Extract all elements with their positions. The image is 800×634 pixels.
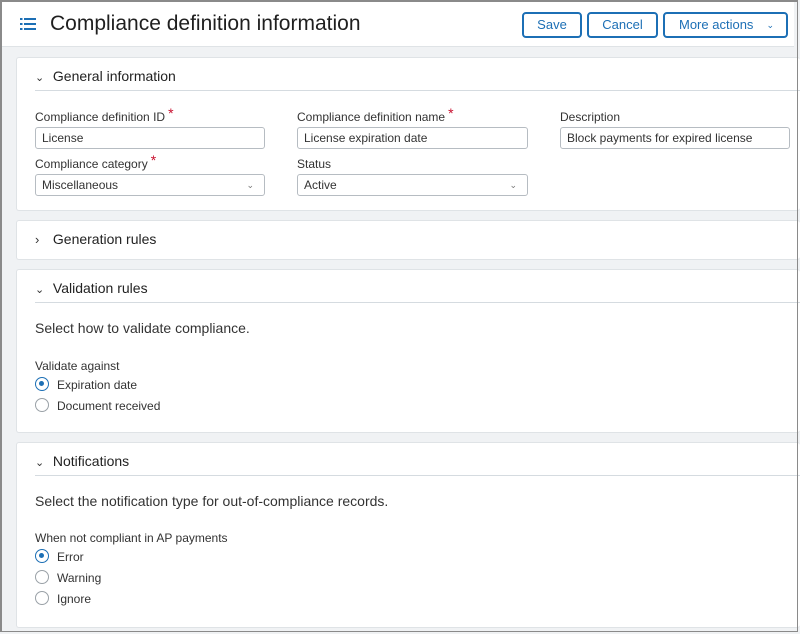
- required-marker: *: [150, 152, 157, 168]
- description-label: Description: [560, 110, 621, 124]
- validation-intro: Select how to validate compliance.: [35, 320, 250, 336]
- chevron-down-icon: ⌄: [35, 72, 45, 84]
- required-marker: *: [448, 105, 454, 121]
- notifications-section: ⌄ Notifications Select the notification …: [16, 442, 800, 628]
- notifications-header[interactable]: ⌄ Notifications: [35, 453, 800, 476]
- radio-selected[interactable]: [35, 549, 49, 563]
- chevron-down-icon: ⌄: [246, 180, 254, 190]
- status-select[interactable]: Active ⌄: [297, 174, 528, 196]
- required-marker: *: [168, 105, 174, 121]
- generation-rules-section: › Generation rules: [16, 220, 800, 260]
- compliance-id-label: Compliance definition ID *: [35, 105, 174, 124]
- cancel-button[interactable]: Cancel: [587, 12, 658, 38]
- page-header: Compliance definition information Save C…: [2, 2, 794, 47]
- radio-unselected[interactable]: [35, 591, 49, 605]
- validation-rules-header[interactable]: ⌄ Validation rules: [35, 280, 800, 303]
- compliance-category-label: Compliance category *: [35, 152, 157, 171]
- validate-against-label: Validate against: [35, 359, 120, 373]
- more-actions-label: More actions: [679, 17, 754, 32]
- section-title: Notifications: [52, 453, 130, 469]
- page-title: Compliance definition information: [50, 12, 361, 35]
- compliance-name-label: Compliance definition name *: [297, 105, 454, 124]
- radio-unselected[interactable]: [35, 570, 49, 584]
- label-text: Compliance definition name: [297, 110, 446, 124]
- ap-payments-label: When not compliant in AP payments: [35, 531, 228, 545]
- validation-rules-section: ⌄ Validation rules Select how to validat…: [16, 269, 800, 433]
- notifications-intro: Select the notification type for out-of-…: [35, 493, 389, 509]
- general-information-section: ⌄ General information Compliance definit…: [16, 57, 800, 211]
- status-label: Status: [297, 157, 332, 171]
- general-information-header[interactable]: ⌄ General information: [35, 68, 800, 91]
- more-actions-button[interactable]: More actions ⌄: [663, 12, 788, 38]
- save-button[interactable]: Save: [522, 12, 582, 38]
- radio-label: Expiration date: [57, 378, 138, 392]
- label-text: Compliance category: [35, 157, 148, 171]
- list-icon[interactable]: [20, 17, 36, 31]
- radio-label: Document received: [57, 399, 161, 413]
- radio-unselected[interactable]: [35, 398, 49, 412]
- section-title: Validation rules: [52, 280, 148, 296]
- compliance-category-select[interactable]: Miscellaneous ⌄: [35, 174, 265, 196]
- chevron-down-icon: ⌄: [35, 457, 45, 469]
- section-title: Generation rules: [52, 231, 157, 247]
- description-input[interactable]: Block payments for expired license: [560, 127, 790, 149]
- compliance-name-input[interactable]: License expiration date: [297, 127, 528, 149]
- chevron-right-icon: ›: [35, 232, 40, 247]
- radio-label: Ignore: [57, 592, 92, 606]
- chevron-down-icon: ⌄: [509, 180, 517, 190]
- section-title: General information: [52, 68, 176, 84]
- select-value: Active: [304, 178, 337, 192]
- compliance-id-input[interactable]: License: [35, 127, 265, 149]
- radio-selected[interactable]: [35, 377, 49, 391]
- generation-rules-header[interactable]: › Generation rules: [35, 231, 800, 253]
- radio-label: Warning: [57, 571, 102, 585]
- chevron-down-icon: ⌄: [766, 20, 774, 30]
- chevron-down-icon: ⌄: [35, 284, 45, 296]
- label-text: Compliance definition ID: [35, 110, 166, 124]
- radio-label: Error: [57, 550, 84, 564]
- select-value: Miscellaneous: [42, 178, 119, 192]
